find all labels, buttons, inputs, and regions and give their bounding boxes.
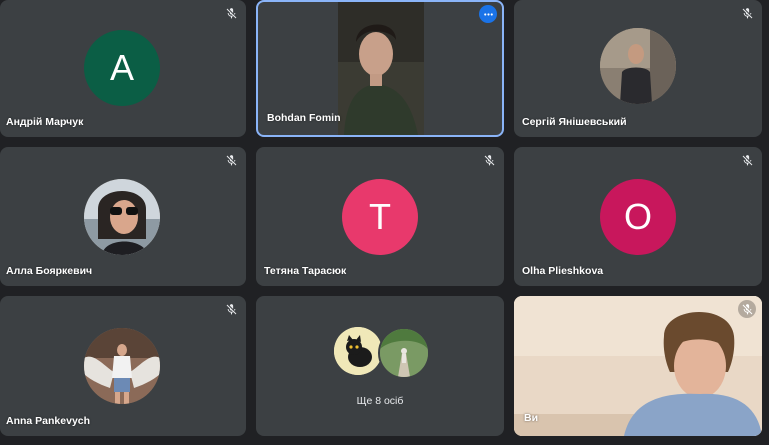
avatar [84, 328, 160, 404]
participant-tile[interactable]: Anna Pankevych [0, 296, 246, 436]
mic-off-icon [738, 151, 756, 169]
avatar [378, 327, 430, 379]
participant-name: Сергій Янішевський [522, 116, 627, 128]
avatar [84, 179, 160, 255]
avatar: T [342, 179, 418, 255]
participant-name: Ви [524, 412, 539, 424]
participant-name: Anna Pankevych [6, 415, 91, 427]
participant-tile[interactable]: T Тетяна Тарасюк [256, 147, 504, 286]
mic-off-icon [738, 300, 756, 318]
avatar [334, 327, 382, 375]
participant-tile[interactable]: Алла Бояркевич [0, 147, 246, 286]
mic-off-icon [222, 300, 240, 318]
mic-off-icon [738, 4, 756, 22]
others-tile[interactable]: Ще 8 осіб [256, 296, 504, 436]
mic-off-icon [222, 151, 240, 169]
more-horiz-icon[interactable] [479, 5, 497, 23]
participant-name: Bohdan Fomin [267, 112, 341, 124]
avatar: A [84, 30, 160, 106]
avatar [600, 28, 676, 104]
participant-tile[interactable]: O Olha Plieshkova [514, 147, 762, 286]
video-feed [514, 296, 762, 436]
participant-name: Тетяна Тарасюк [264, 265, 347, 277]
others-count-label: Ще 8 осіб [356, 395, 404, 407]
avatar: O [600, 179, 676, 255]
participant-name: Olha Plieshkova [522, 265, 604, 277]
participant-tile[interactable]: Сергій Янішевський [514, 0, 762, 137]
participant-name: Алла Бояркевич [6, 265, 93, 277]
mic-off-icon [222, 4, 240, 22]
mic-off-icon [480, 151, 498, 169]
video-feed [338, 2, 424, 135]
participant-name: Андрій Марчук [6, 116, 84, 128]
self-view-tile[interactable]: Ви [514, 296, 762, 436]
participant-tile-active[interactable]: Bohdan Fomin [256, 0, 504, 137]
participants-grid: A Андрій Марчук Bohdan Fomin Сергій Яніш… [0, 0, 769, 445]
participant-tile[interactable]: A Андрій Марчук [0, 0, 246, 137]
